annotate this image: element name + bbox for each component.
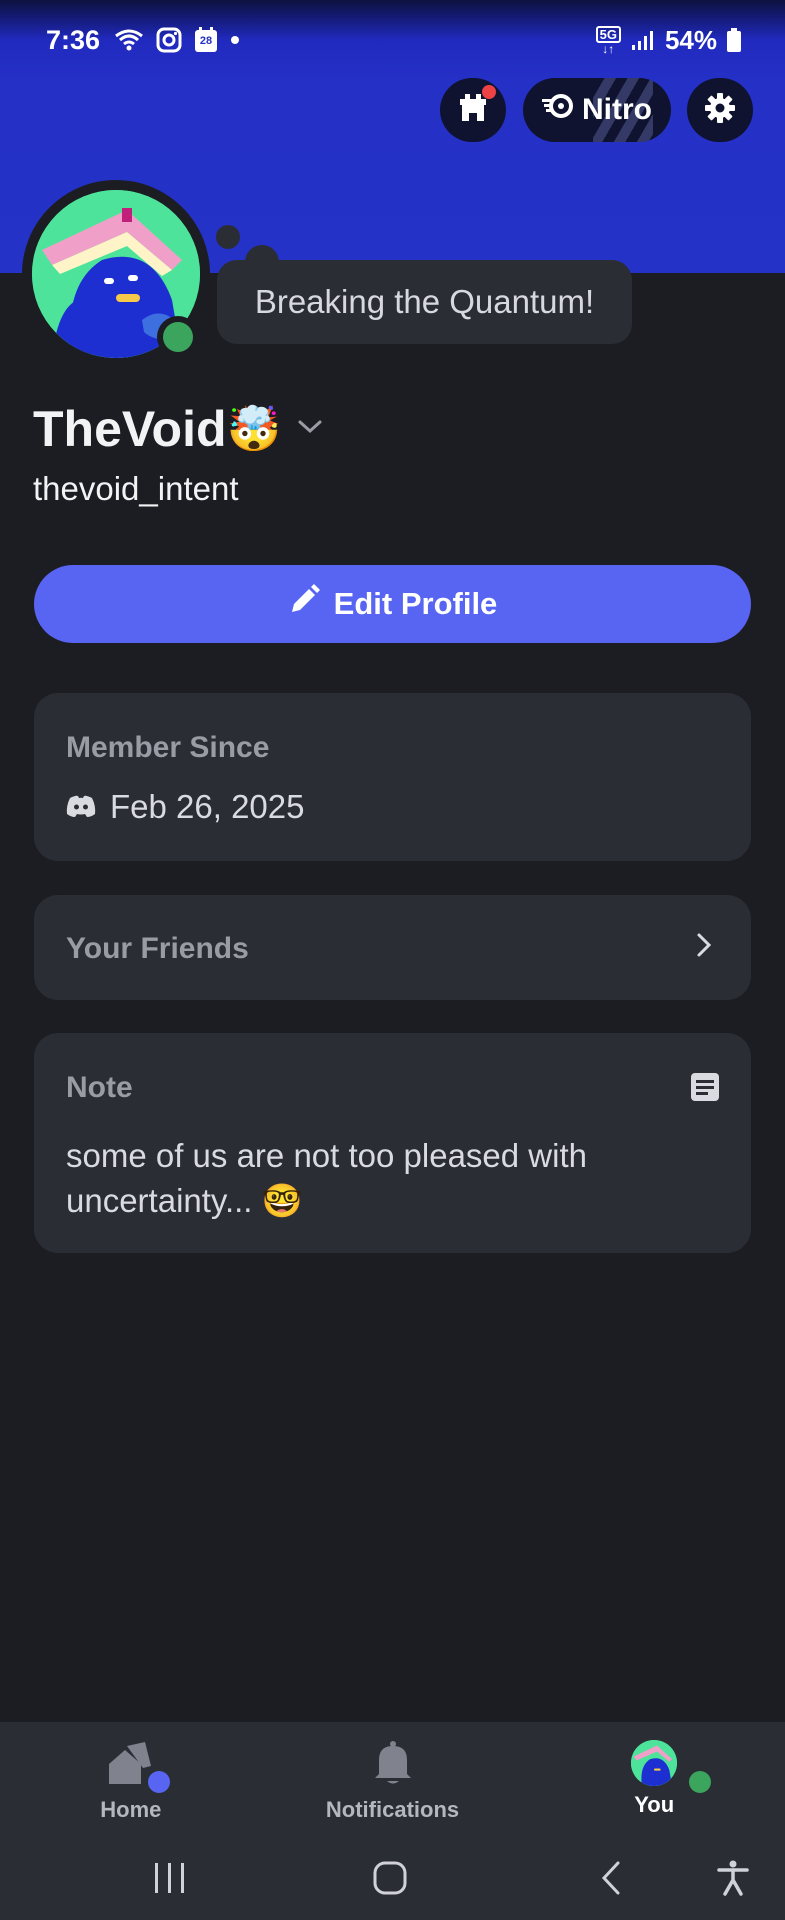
back-button[interactable] (596, 1836, 626, 1920)
network-5g-icon: 5G ↓↑ (595, 25, 621, 55)
pencil-icon (288, 584, 320, 624)
member-since-card: Member Since Feb 26, 2025 (34, 693, 751, 861)
shop-button[interactable] (440, 78, 506, 142)
nav-online-dot (685, 1767, 716, 1797)
note-label: Note (66, 1071, 133, 1104)
edit-profile-label: Edit Profile (333, 586, 498, 621)
battery-percent: 54% (664, 24, 717, 55)
settings-button[interactable] (687, 78, 753, 142)
battery-icon (727, 28, 741, 52)
nitro-icon (542, 93, 574, 127)
nitro-button[interactable]: Nitro (523, 78, 671, 142)
nav-home[interactable]: Home (0, 1722, 262, 1836)
status-bar: 7:36 28 5G ↓↑ 54% (0, 0, 785, 80)
display-name-row[interactable]: TheVoid 🤯 (33, 400, 323, 458)
edit-profile-button[interactable]: Edit Profile (34, 565, 751, 643)
dot-icon (230, 35, 240, 45)
note-card[interactable]: Note some of us are not too pleased with… (34, 1033, 751, 1253)
username: thevoid_intent (33, 470, 239, 507)
nav-you-label: You (634, 1792, 675, 1817)
member-since-row: Feb 26, 2025 (66, 788, 305, 826)
status-icons-left: 28 (114, 27, 240, 53)
network-label: 5G (595, 25, 621, 43)
nav-avatar (631, 1740, 678, 1786)
status-icons-right: 5G ↓↑ 54% (595, 24, 741, 56)
custom-status-text: Breaking the Quantum! (254, 283, 595, 320)
shop-icon (456, 84, 496, 130)
member-since-label: Member Since (66, 731, 270, 764)
shop-notification-dot (482, 84, 496, 99)
display-name-emoji: 🤯 (226, 405, 282, 454)
system-navigation-bar (0, 1836, 785, 1920)
nav-notifications-label: Notifications (325, 1797, 460, 1822)
calendar-day: 28 (199, 35, 213, 47)
your-friends-card[interactable]: Your Friends (34, 895, 751, 1000)
calendar-icon: 28 (194, 27, 218, 53)
chevron-down-icon[interactable] (297, 419, 323, 440)
bottom-navigation: Home Notifications You (0, 1722, 785, 1836)
signal-icon (631, 29, 655, 51)
nav-notifications[interactable]: Notifications (262, 1722, 524, 1836)
thought-bubble-dot (216, 225, 240, 249)
home-button[interactable] (370, 1836, 410, 1920)
discord-icon (66, 788, 96, 826)
display-name: TheVoid (33, 401, 227, 457)
note-icon (691, 1073, 719, 1106)
accessibility-icon[interactable] (715, 1836, 751, 1920)
instagram-icon (156, 27, 182, 53)
gear-icon (704, 92, 736, 129)
your-friends-label: Your Friends (66, 932, 249, 965)
online-status-indicator (157, 316, 199, 358)
custom-status-bubble[interactable]: Breaking the Quantum! (217, 260, 632, 344)
note-text[interactable]: some of us are not too pleased with unce… (66, 1133, 706, 1223)
wifi-icon (114, 28, 144, 52)
chevron-right-icon (695, 931, 713, 964)
member-since-date: Feb 26, 2025 (110, 788, 305, 825)
nav-you[interactable]: You (523, 1722, 785, 1836)
status-time: 7:36 (46, 24, 101, 55)
home-unread-badge (144, 1767, 174, 1797)
nav-home-label: Home (100, 1797, 162, 1822)
recent-apps-button[interactable] (150, 1836, 190, 1920)
bell-icon (373, 1740, 413, 1791)
nitro-label: Nitro (582, 93, 652, 126)
